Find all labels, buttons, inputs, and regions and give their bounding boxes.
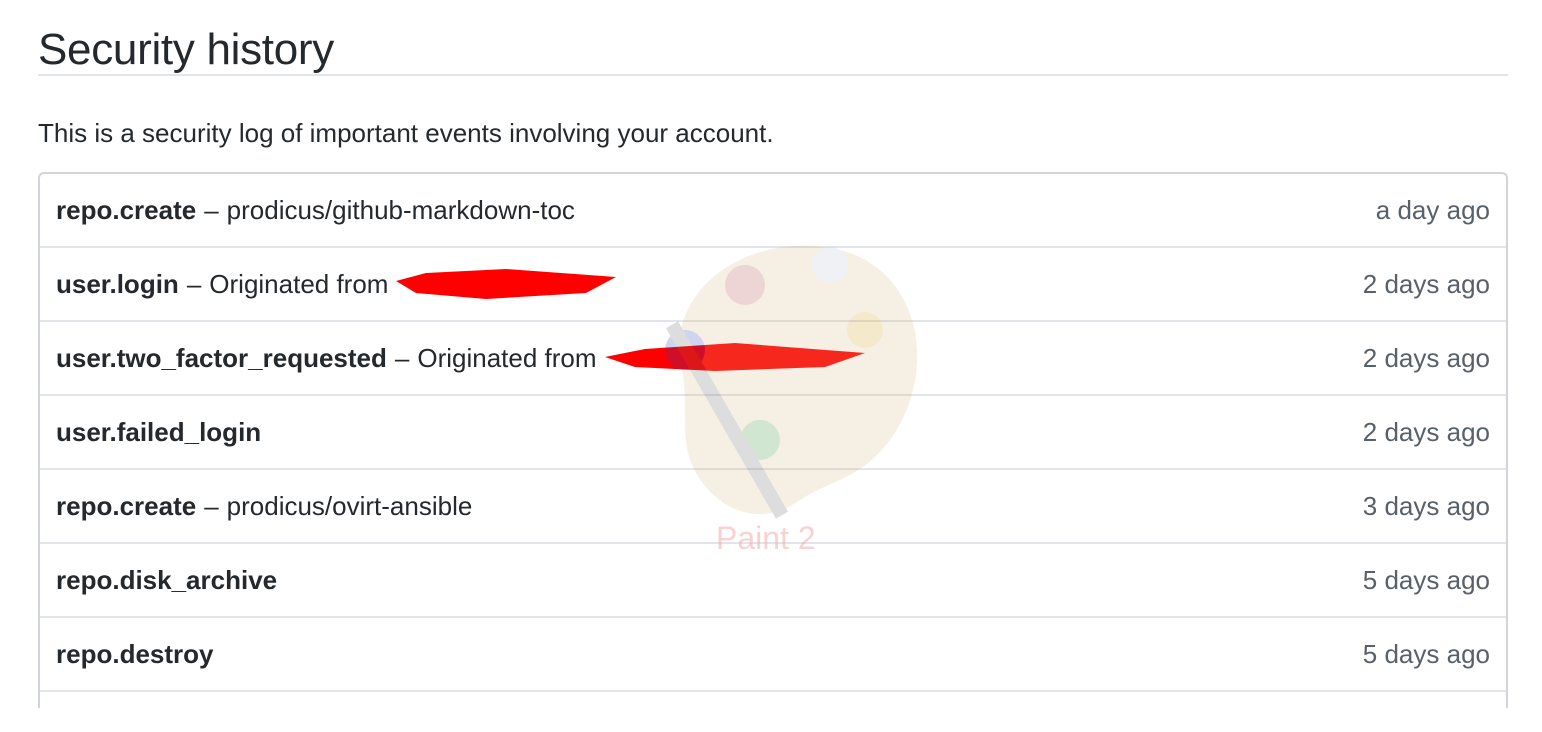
log-row	[40, 692, 1506, 708]
log-time: 2 days ago	[1362, 417, 1490, 447]
log-time: a day ago	[1375, 195, 1490, 225]
log-action: user.two_factor_requested	[56, 343, 387, 373]
log-row: repo.create – prodicus/ovirt-ansible 3 d…	[40, 470, 1506, 544]
log-detail-link[interactable]: prodicus/github-markdown-toc	[227, 194, 575, 226]
log-row: repo.create – prodicus/github-markdown-t…	[40, 174, 1506, 248]
security-log-list: repo.create – prodicus/github-markdown-t…	[38, 172, 1508, 708]
log-action: user.failed_login	[56, 417, 262, 447]
log-detail-link[interactable]: prodicus/ovirt-ansible	[227, 490, 473, 522]
log-separator: –	[394, 343, 410, 373]
log-time: 2 days ago	[1362, 269, 1490, 299]
log-row: user.failed_login 2 days ago	[40, 396, 1506, 470]
log-action: repo.create	[56, 195, 197, 225]
log-action: repo.destroy	[56, 639, 214, 669]
redaction-mark	[396, 269, 617, 299]
log-time: 2 days ago	[1362, 343, 1490, 373]
log-row: user.two_factor_requested – Originated f…	[40, 322, 1506, 396]
log-separator: –	[186, 269, 202, 299]
security-history-page: Security history This is a security log …	[38, 0, 1508, 708]
log-row: repo.disk_archive 5 days ago	[40, 544, 1506, 618]
log-time: 3 days ago	[1362, 491, 1490, 521]
page-description: This is a security log of important even…	[38, 118, 774, 148]
log-action: repo.disk_archive	[56, 565, 278, 595]
page-title: Security history	[38, 0, 1508, 76]
log-action: user.login	[56, 269, 179, 299]
log-row: repo.destroy 5 days ago	[40, 618, 1506, 692]
log-separator: –	[204, 195, 219, 225]
log-separator: –	[204, 491, 219, 521]
log-action: repo.create	[56, 491, 197, 521]
log-time: 5 days ago	[1362, 639, 1490, 669]
log-detail: Originated from	[417, 343, 597, 373]
log-row: user.login – Originated from 2 days ago	[40, 248, 1506, 322]
redaction-mark	[604, 343, 865, 373]
log-time: 5 days ago	[1362, 565, 1490, 595]
log-detail: Originated from	[209, 269, 389, 299]
